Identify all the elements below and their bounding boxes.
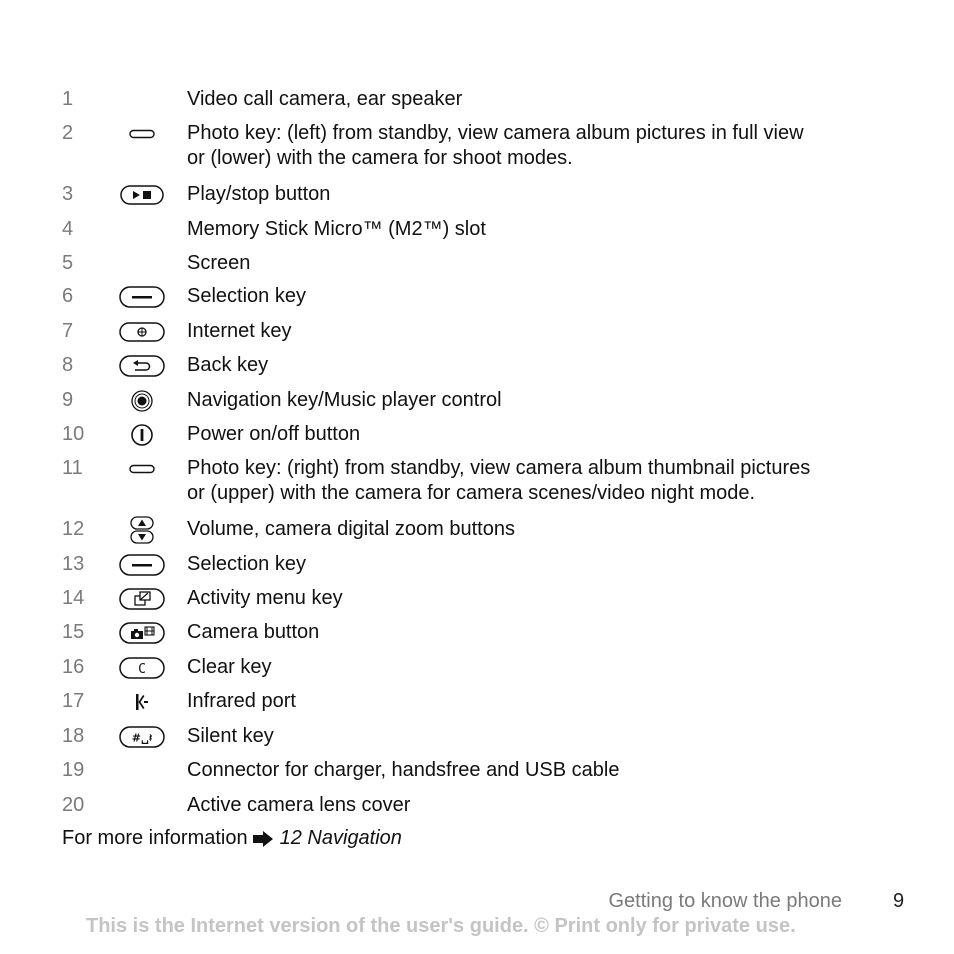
item-description: Video call camera, ear speaker: [187, 88, 463, 110]
item-description: Screen: [187, 252, 251, 274]
item-number: 3: [62, 183, 74, 205]
power-icon: [116, 422, 168, 447]
item-description: Silent key: [187, 725, 274, 747]
item-description: Camera button: [187, 621, 320, 643]
item-description-continued: or (upper) with the camera for camera sc…: [187, 482, 756, 504]
item-number: 20: [62, 794, 85, 816]
item-number: 19: [62, 759, 85, 781]
internet-key-icon: [116, 319, 168, 344]
play-stop-icon: [116, 182, 168, 207]
svg-text:#␣𝄽: #␣𝄽: [132, 731, 153, 744]
item-number: 13: [62, 553, 85, 575]
item-description: Play/stop button: [187, 183, 331, 205]
activity-menu-key-icon: [116, 586, 168, 611]
volume-keys-icon: [116, 516, 168, 544]
item-number: 7: [62, 320, 74, 342]
selection-key-icon: [116, 284, 168, 309]
item-description: Connector for charger, handsfree and USB…: [187, 759, 620, 781]
photo-key-icon: [116, 121, 168, 146]
item-description: Volume, camera digital zoom buttons: [187, 518, 515, 540]
navigation-key-icon: [116, 388, 168, 413]
item-description: Memory Stick Micro™ (M2™) slot: [187, 218, 486, 240]
clear-key-icon: C: [116, 655, 168, 680]
item-description: Active camera lens cover: [187, 794, 411, 816]
item-description: Activity menu key: [187, 587, 343, 609]
item-description: Clear key: [187, 656, 272, 678]
item-description-continued: or (lower) with the camera for shoot mod…: [187, 147, 573, 169]
item-number: 12: [62, 518, 85, 540]
item-number: 10: [62, 423, 85, 445]
footer-section-title: Getting to know the phone: [608, 890, 843, 912]
item-description: Selection key: [187, 553, 306, 575]
item-number: 9: [62, 389, 74, 411]
item-description: Navigation key/Music player control: [187, 389, 502, 411]
item-number: 6: [62, 285, 74, 307]
item-description: Infrared port: [187, 690, 296, 712]
item-number: 11: [62, 457, 83, 479]
silent-key-icon: #␣𝄽: [116, 724, 168, 749]
item-description: Photo key: (right) from standby, view ca…: [187, 457, 811, 479]
more-info-line: For more information 12 Navigation: [62, 826, 402, 851]
item-number: 5: [62, 252, 74, 274]
item-number: 8: [62, 354, 74, 376]
item-number: 4: [62, 218, 74, 240]
camera-button-icon: [116, 620, 168, 645]
item-number: 2: [62, 122, 74, 144]
item-number: 15: [62, 621, 85, 643]
more-info-prefix: For more information: [62, 827, 248, 849]
page-number: 9: [893, 890, 905, 912]
arrow-right-icon: [252, 830, 274, 847]
item-number: 18: [62, 725, 85, 747]
item-description: Selection key: [187, 285, 306, 307]
item-number: 16: [62, 656, 85, 678]
item-number: 1: [62, 88, 74, 110]
item-description: Back key: [187, 354, 269, 376]
infrared-port-icon: [116, 689, 168, 714]
svg-text:C: C: [138, 662, 146, 677]
item-number: 14: [62, 587, 85, 609]
item-description: Internet key: [187, 320, 292, 342]
item-description: Power on/off button: [187, 423, 361, 445]
selection-key-icon: [116, 552, 168, 577]
item-description: Photo key: (left) from standby, view cam…: [187, 122, 804, 144]
navigation-reference-link[interactable]: 12 Navigation: [280, 827, 402, 849]
watermark-notice: This is the Internet version of the user…: [86, 915, 796, 937]
photo-key-icon: [116, 456, 168, 481]
back-key-icon: [116, 353, 168, 378]
item-number: 17: [62, 690, 85, 712]
